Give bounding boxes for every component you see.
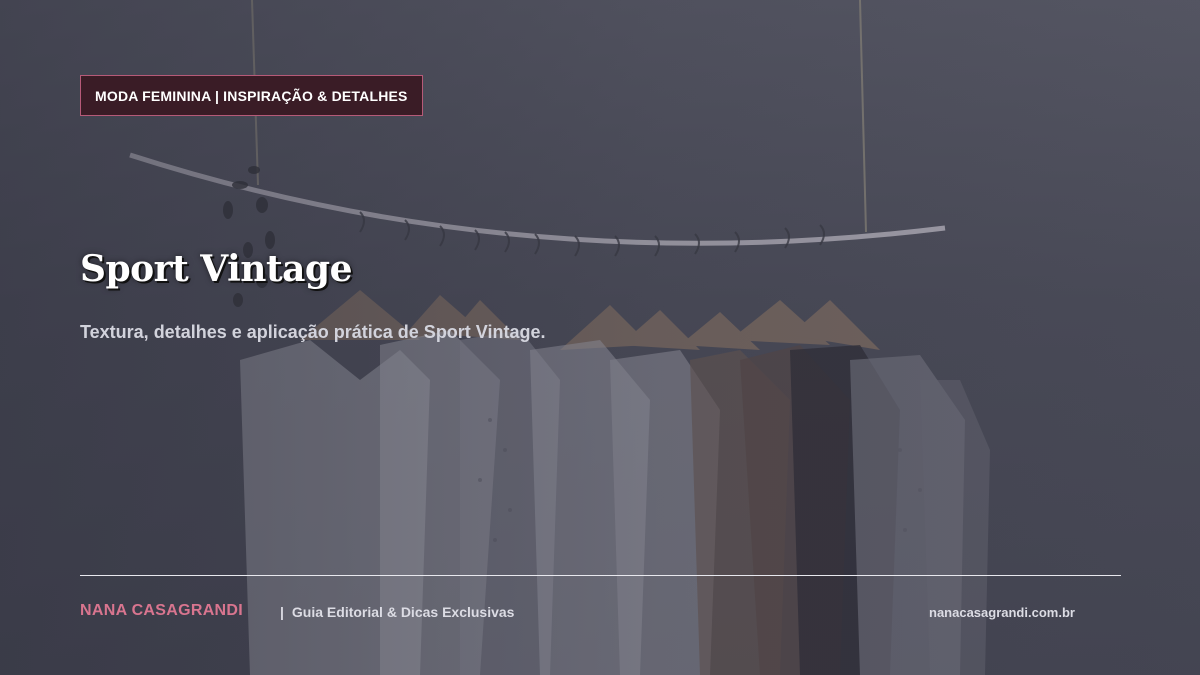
footer-divider xyxy=(80,575,1121,576)
hero-banner: MODA FEMININA | INSPIRAÇÃO & DETALHES Sp… xyxy=(0,0,1200,675)
separator: | xyxy=(280,604,284,620)
footer-tagline: | Guia Editorial & Dicas Exclusivas xyxy=(280,604,514,620)
page-subtitle: Textura, detalhes e aplicação prática de… xyxy=(80,322,546,342)
category-tag: MODA FEMININA | INSPIRAÇÃO & DETALHES xyxy=(80,75,423,116)
brand-name: NANA CASAGRANDI xyxy=(80,602,244,619)
website-link[interactable]: nanacasagrandi.com.br xyxy=(929,605,1075,620)
page-title: Sport Vintage xyxy=(80,248,353,290)
tagline-text: Guia Editorial & Dicas Exclusivas xyxy=(291,604,515,620)
